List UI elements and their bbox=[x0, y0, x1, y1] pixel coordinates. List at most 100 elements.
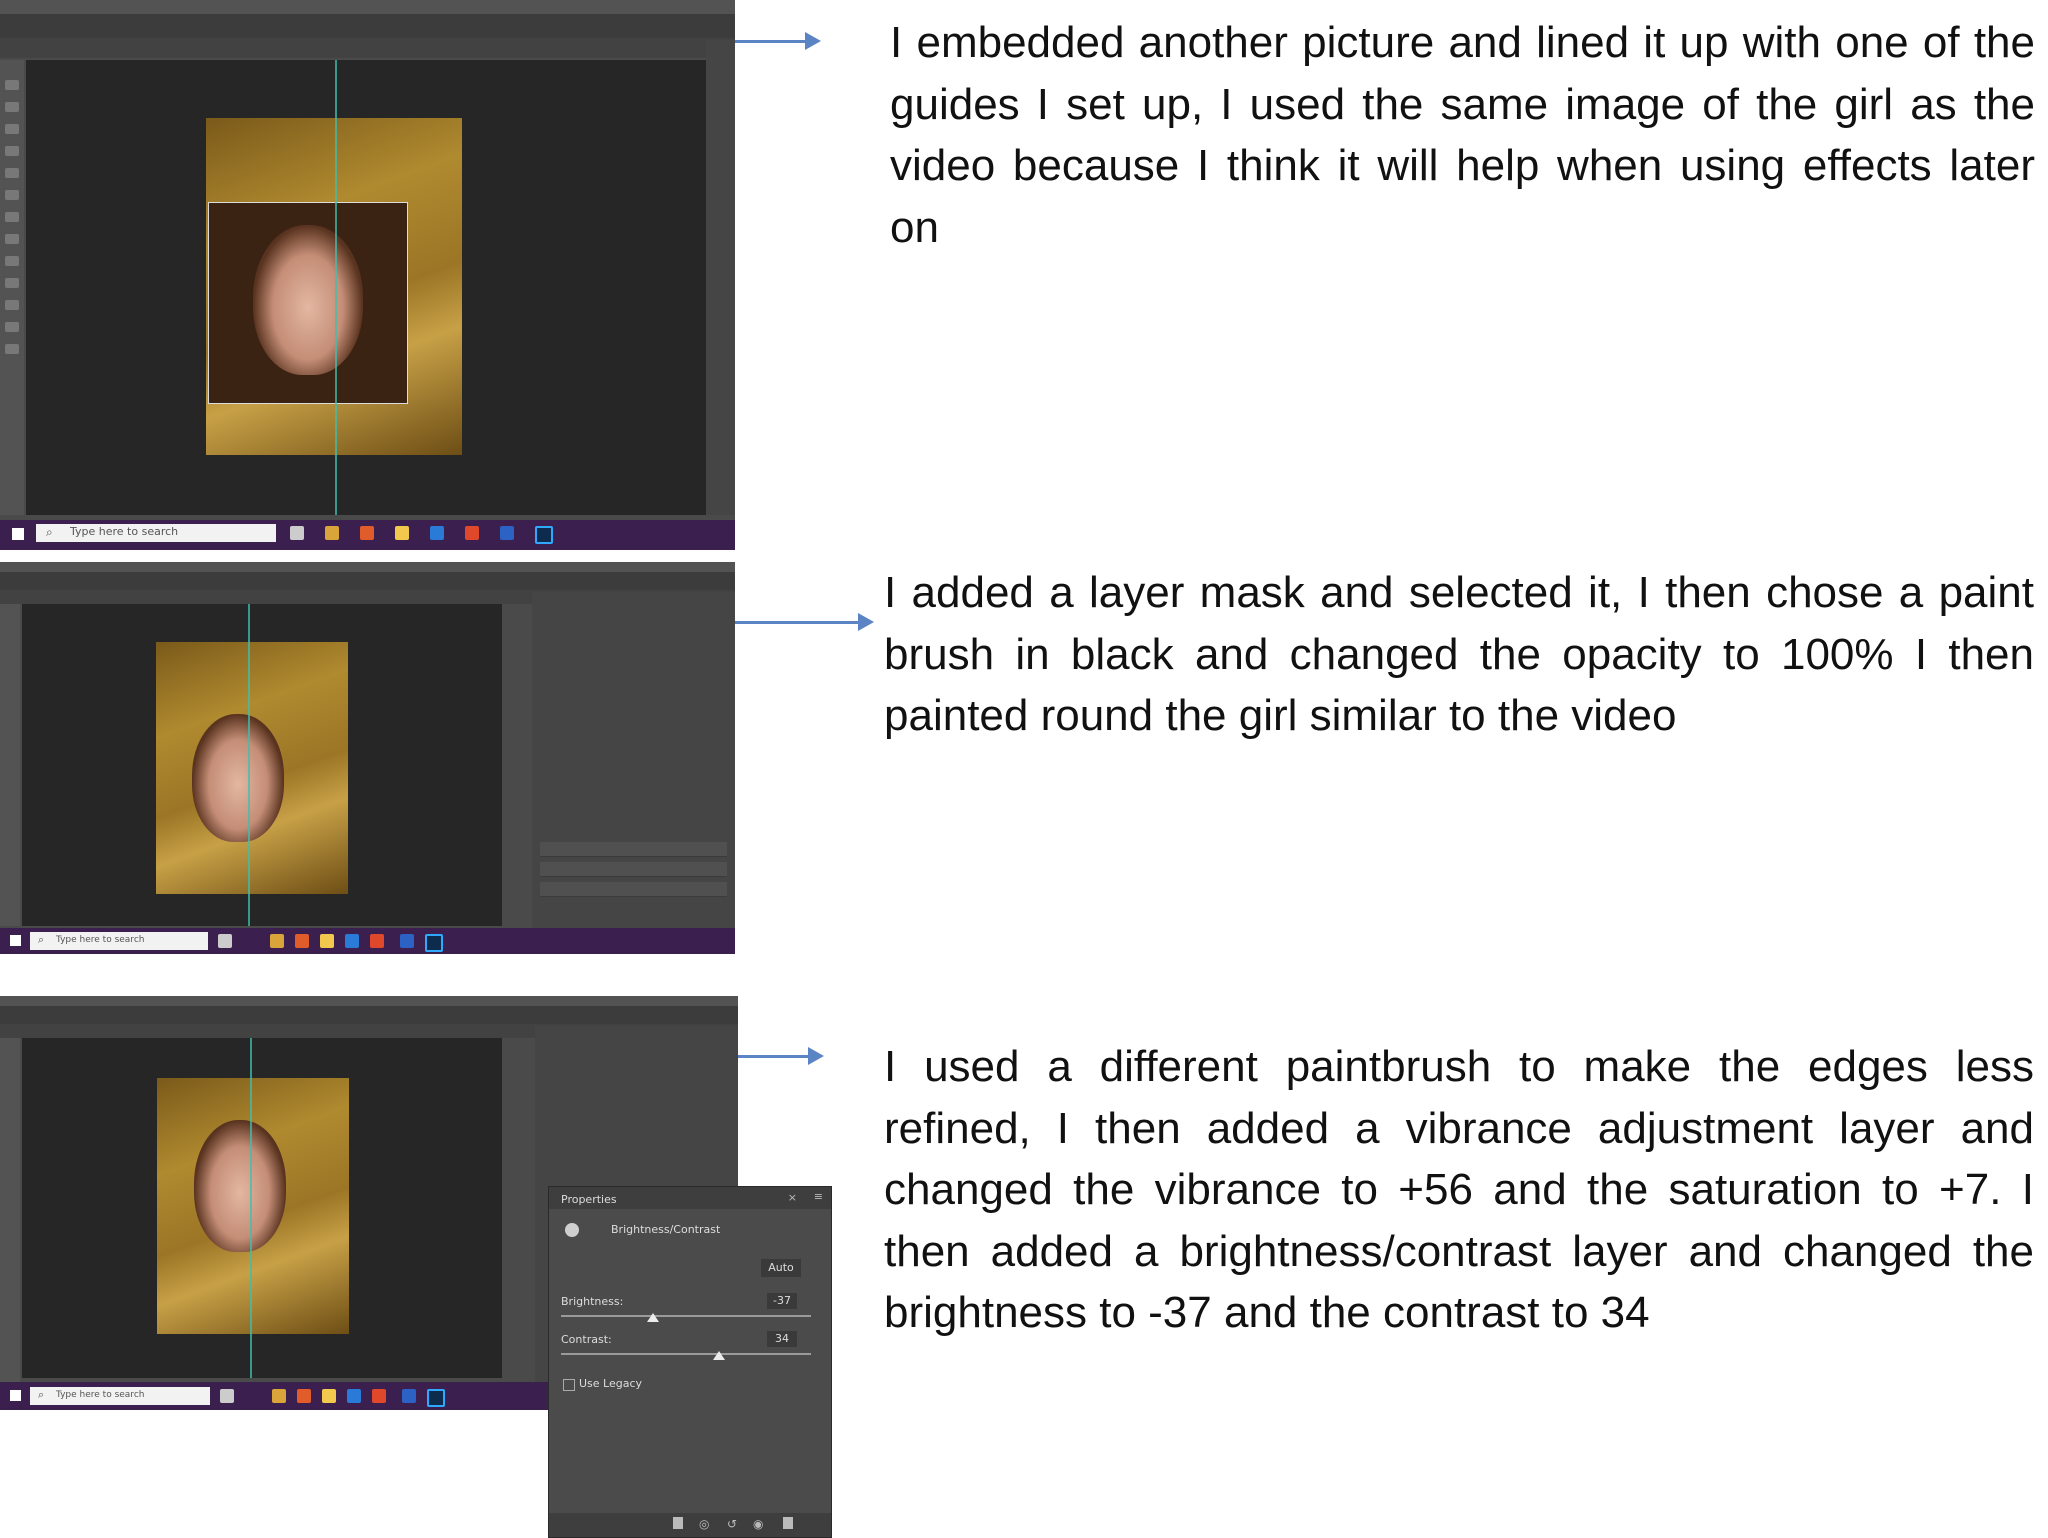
screenshot-2-photoshop: ⌕ Type here to search bbox=[0, 562, 735, 954]
cortana-icon[interactable] bbox=[290, 526, 304, 540]
brightness-slider-knob[interactable] bbox=[647, 1313, 659, 1322]
mail-icon[interactable] bbox=[347, 1389, 361, 1403]
vertical-guide[interactable] bbox=[248, 604, 250, 926]
windows-start-icon[interactable] bbox=[10, 935, 21, 946]
zoom-tool-icon[interactable] bbox=[5, 344, 19, 354]
auto-button[interactable]: Auto bbox=[761, 1259, 801, 1277]
taskbar-search-input[interactable]: ⌕ Type here to search bbox=[30, 1387, 210, 1405]
marquee-tool-icon[interactable] bbox=[5, 102, 19, 112]
canvas-area[interactable] bbox=[26, 60, 706, 515]
photoshop-icon[interactable] bbox=[427, 1389, 445, 1407]
search-placeholder: Type here to search bbox=[56, 1390, 145, 1400]
photoshop-icon[interactable] bbox=[425, 934, 443, 952]
delete-icon[interactable] bbox=[783, 1517, 793, 1529]
document-tabs[interactable] bbox=[0, 38, 735, 58]
hand-tool-icon[interactable] bbox=[5, 322, 19, 332]
menu-bar[interactable] bbox=[0, 996, 738, 1006]
lasso-tool-icon[interactable] bbox=[5, 124, 19, 134]
girl-portrait bbox=[194, 1120, 286, 1252]
girl-portrait bbox=[253, 225, 363, 375]
brightness-slider-track[interactable] bbox=[561, 1315, 811, 1317]
arrow-3-line bbox=[738, 1055, 810, 1058]
chrome-icon[interactable] bbox=[360, 526, 374, 540]
adjustment-name: Brightness/Contrast bbox=[611, 1223, 721, 1236]
photoshop-icon[interactable] bbox=[535, 526, 553, 544]
cortana-icon[interactable] bbox=[218, 934, 232, 948]
word-icon[interactable] bbox=[500, 526, 514, 540]
file-explorer-icon[interactable] bbox=[325, 526, 339, 540]
crop-tool-icon[interactable] bbox=[5, 146, 19, 156]
media-icon[interactable] bbox=[372, 1389, 386, 1403]
tools-panel[interactable] bbox=[0, 60, 24, 515]
canvas-area[interactable] bbox=[22, 1038, 502, 1378]
chrome-icon[interactable] bbox=[295, 934, 309, 948]
windows-start-icon[interactable] bbox=[12, 528, 24, 540]
file-explorer-icon[interactable] bbox=[272, 1389, 286, 1403]
eraser-tool-icon[interactable] bbox=[5, 234, 19, 244]
contrast-slider-knob[interactable] bbox=[713, 1351, 725, 1360]
step-1-caption: I embedded another picture and lined it … bbox=[890, 18, 2035, 252]
clip-icon[interactable] bbox=[673, 1517, 683, 1529]
gradient-tool-icon[interactable] bbox=[5, 256, 19, 266]
panel-menu-icon[interactable]: ≡ bbox=[814, 1190, 823, 1203]
options-bar[interactable] bbox=[0, 1006, 738, 1025]
move-tool-icon[interactable] bbox=[5, 80, 19, 90]
arrow-right-icon bbox=[808, 1047, 824, 1065]
store-icon[interactable] bbox=[322, 1389, 336, 1403]
close-icon[interactable]: × bbox=[788, 1191, 797, 1204]
contrast-slider-track[interactable] bbox=[561, 1353, 811, 1355]
chrome-icon[interactable] bbox=[297, 1389, 311, 1403]
girl-portrait bbox=[192, 714, 284, 842]
arrow-right-icon bbox=[805, 32, 821, 50]
search-icon: ⌕ bbox=[46, 525, 53, 539]
taskbar-search-input[interactable]: ⌕ Type here to search bbox=[30, 932, 208, 950]
layer-row[interactable] bbox=[540, 842, 727, 857]
visibility-icon[interactable]: ◉ bbox=[753, 1517, 763, 1531]
pen-tool-icon[interactable] bbox=[5, 278, 19, 288]
store-icon[interactable] bbox=[395, 526, 409, 540]
menu-bar[interactable] bbox=[0, 0, 735, 14]
windows-start-icon[interactable] bbox=[10, 1390, 21, 1401]
stamp-tool-icon[interactable] bbox=[5, 212, 19, 222]
properties-panel[interactable]: Properties × ≡ Brightness/Contrast Auto … bbox=[548, 1186, 832, 1538]
eyedropper-tool-icon[interactable] bbox=[5, 168, 19, 178]
taskbar-search-input[interactable]: ⌕ Type here to search bbox=[36, 524, 276, 542]
menu-bar[interactable] bbox=[0, 562, 735, 572]
mail-icon[interactable] bbox=[345, 934, 359, 948]
search-icon: ⌕ bbox=[38, 1388, 45, 1401]
tools-panel[interactable] bbox=[0, 604, 20, 926]
search-placeholder: Type here to search bbox=[70, 525, 179, 538]
cortana-icon[interactable] bbox=[220, 1389, 234, 1403]
brush-tool-icon[interactable] bbox=[5, 190, 19, 200]
reset-icon[interactable]: ↺ bbox=[727, 1517, 737, 1531]
view-previous-icon[interactable]: ◎ bbox=[699, 1517, 709, 1531]
contrast-input[interactable]: 34 bbox=[767, 1331, 797, 1347]
word-icon[interactable] bbox=[402, 1389, 416, 1403]
mail-icon[interactable] bbox=[430, 526, 444, 540]
type-tool-icon[interactable] bbox=[5, 300, 19, 310]
contrast-label: Contrast: bbox=[561, 1333, 612, 1346]
properties-header: Properties × ≡ bbox=[549, 1187, 831, 1209]
brightness-label: Brightness: bbox=[561, 1295, 624, 1308]
embedded-photo[interactable] bbox=[208, 202, 408, 404]
legacy-label: Use Legacy bbox=[579, 1377, 643, 1390]
right-panels[interactable] bbox=[706, 40, 735, 515]
store-icon[interactable] bbox=[320, 934, 334, 948]
layer-row[interactable] bbox=[540, 862, 727, 877]
options-bar[interactable] bbox=[0, 14, 735, 39]
layer-row[interactable] bbox=[540, 882, 727, 897]
legacy-checkbox[interactable] bbox=[563, 1379, 575, 1391]
word-icon[interactable] bbox=[400, 934, 414, 948]
properties-title: Properties bbox=[561, 1193, 617, 1206]
file-explorer-icon[interactable] bbox=[270, 934, 284, 948]
canvas-area[interactable] bbox=[22, 604, 502, 926]
brightness-input[interactable]: -37 bbox=[767, 1293, 797, 1309]
vertical-guide[interactable] bbox=[335, 60, 337, 515]
screenshot-1-photoshop: ⌕ Type here to search bbox=[0, 0, 735, 550]
media-icon[interactable] bbox=[370, 934, 384, 948]
vertical-guide[interactable] bbox=[250, 1038, 252, 1378]
tools-panel[interactable] bbox=[0, 1038, 20, 1382]
options-bar[interactable] bbox=[0, 572, 735, 591]
media-icon[interactable] bbox=[465, 526, 479, 540]
layers-panel[interactable] bbox=[532, 592, 735, 928]
